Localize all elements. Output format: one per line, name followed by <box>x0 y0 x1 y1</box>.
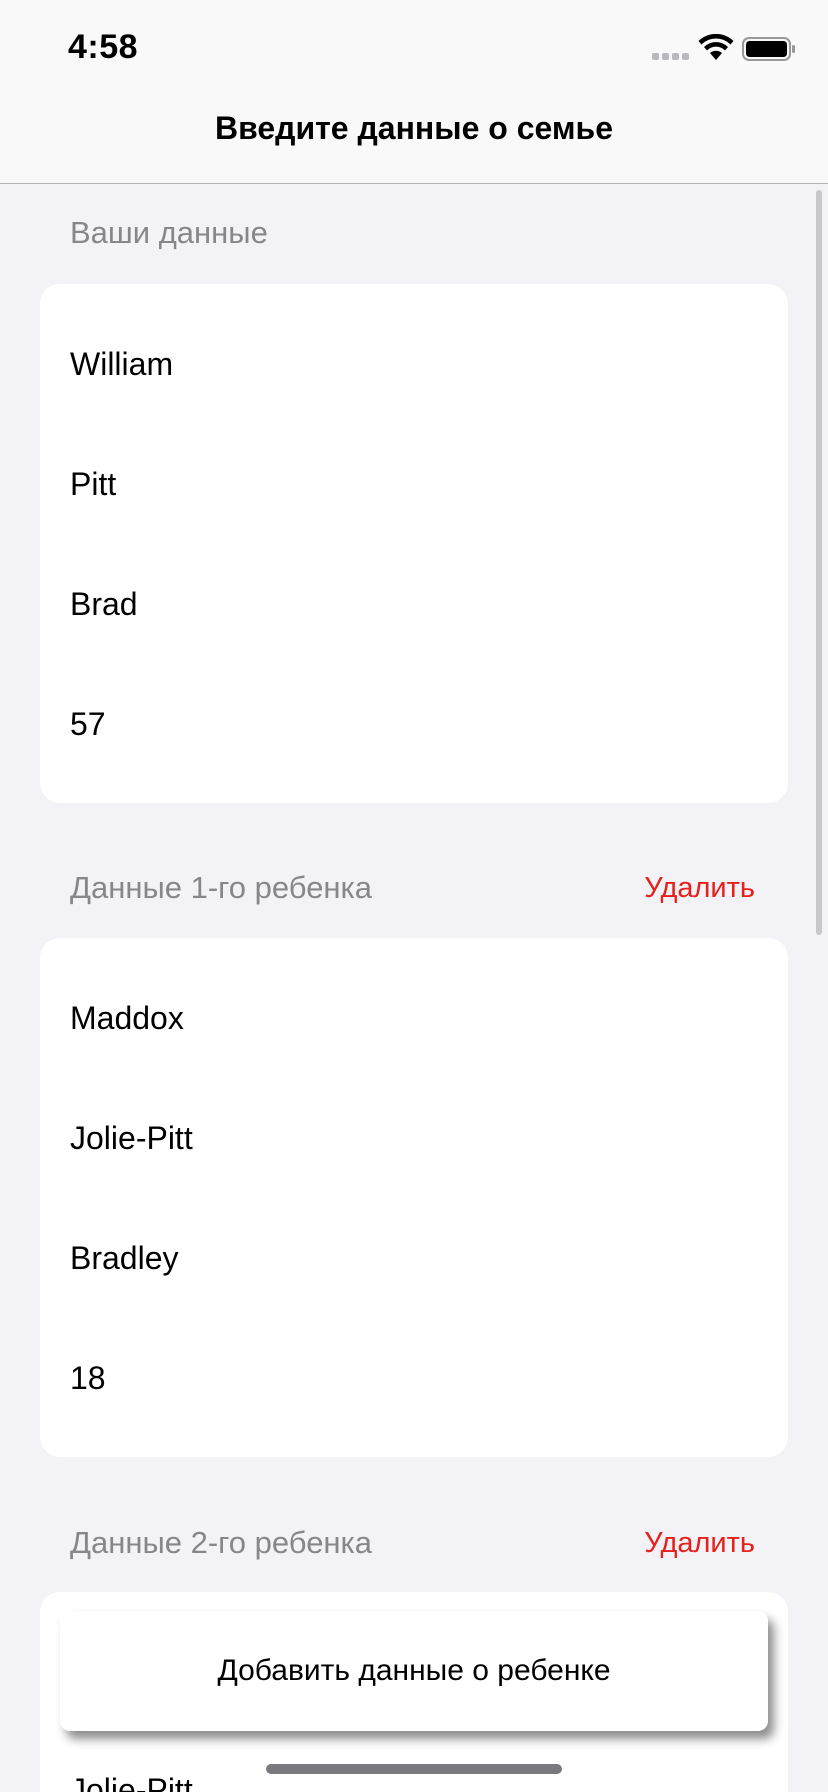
delete-child-1-button[interactable]: Удалить <box>644 872 755 905</box>
parent-data-card: William Pitt Brad 57 <box>40 284 788 803</box>
child-1-data-card: Maddox Jolie-Pitt Bradley 18 <box>40 938 788 1457</box>
child-2-last-name-field[interactable]: Jolie-Pitt <box>70 1772 193 1792</box>
child-1-first-name-field[interactable]: Maddox <box>70 1000 184 1037</box>
section-header-parent: Ваши данные <box>70 215 268 250</box>
home-indicator[interactable] <box>266 1764 562 1774</box>
battery-icon <box>742 37 795 61</box>
section-header-child-1: Данные 1-го ребенка <box>70 870 373 905</box>
cellular-signal-icon <box>652 53 690 63</box>
last-name-field[interactable]: Pitt <box>70 466 116 503</box>
screen: 4:58 Введите данные о семье Ваши данные … <box>0 0 828 1792</box>
age-field[interactable]: 57 <box>70 706 106 743</box>
wifi-icon <box>698 34 734 60</box>
middle-name-field[interactable]: Brad <box>70 586 138 623</box>
status-time: 4:58 <box>68 28 139 66</box>
child-1-last-name-field[interactable]: Jolie-Pitt <box>70 1120 193 1157</box>
navigation-bar: Введите данные о семье <box>0 100 828 184</box>
delete-child-2-button[interactable]: Удалить <box>644 1527 755 1560</box>
first-name-field[interactable]: William <box>70 346 173 383</box>
child-1-age-field[interactable]: 18 <box>70 1360 106 1397</box>
section-header-child-2: Данные 2-го ребенка <box>70 1525 373 1560</box>
add-child-button[interactable]: Добавить данные о ребенке <box>60 1611 768 1731</box>
page-title: Введите данные о семье <box>214 110 614 146</box>
status-bar: 4:58 <box>0 0 828 100</box>
child-1-middle-name-field[interactable]: Bradley <box>70 1240 179 1277</box>
scroll-indicator[interactable] <box>816 190 822 935</box>
